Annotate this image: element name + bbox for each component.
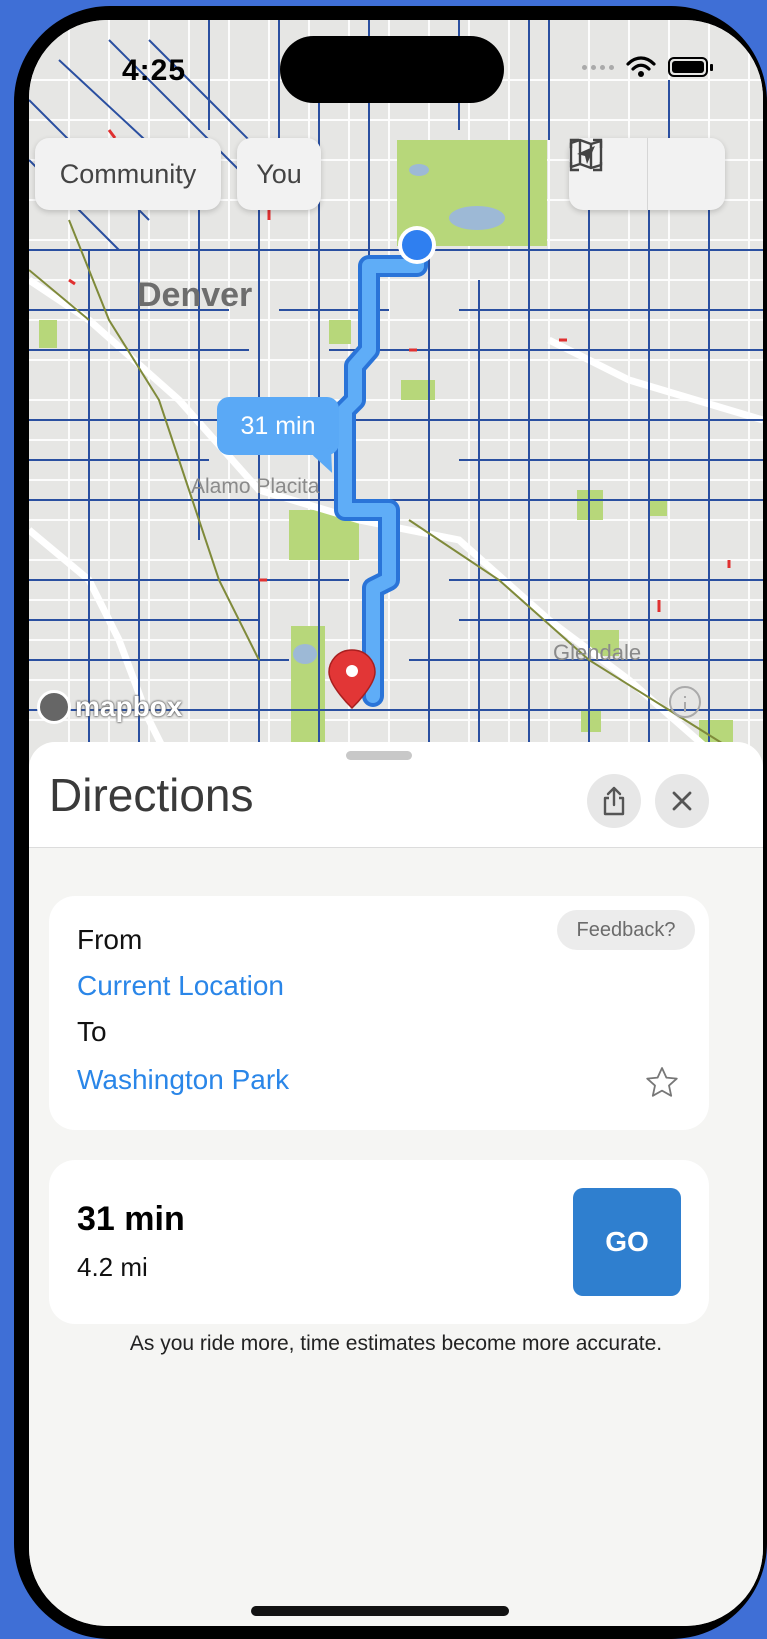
- share-button[interactable]: [587, 774, 641, 828]
- mapbox-logo: mapbox: [37, 690, 182, 724]
- screen: Denver Alamo Placita Glendale mapbox 31 …: [29, 20, 763, 1626]
- estimate-hint: As you ride more, time estimates become …: [129, 1332, 663, 1355]
- info-icon: [669, 686, 701, 718]
- recenter-location-icon: [569, 138, 603, 172]
- map-canvas: [29, 20, 763, 780]
- sheet-title: Directions: [49, 769, 254, 821]
- route-time-callout[interactable]: 31 min: [217, 397, 339, 455]
- map-view[interactable]: Denver Alamo Placita Glendale mapbox 31 …: [29, 20, 763, 780]
- map-label-denver: Denver: [137, 276, 253, 314]
- status-icons: [582, 56, 713, 78]
- signal-icon: [582, 64, 614, 70]
- feedback-button[interactable]: Feedback?: [557, 910, 695, 950]
- to-location-link[interactable]: Washington Park: [77, 1064, 289, 1096]
- star-icon: [646, 1067, 678, 1097]
- sheet-grabber[interactable]: [346, 751, 412, 760]
- share-icon: [603, 786, 625, 816]
- mapbox-icon: [37, 690, 71, 724]
- status-time: 4:25: [122, 54, 187, 87]
- you-button[interactable]: You: [237, 138, 321, 210]
- route-distance: 4.2 mi: [77, 1252, 148, 1282]
- from-location-link[interactable]: Current Location: [77, 970, 284, 1002]
- map-controls: [569, 138, 725, 210]
- dynamic-island: [280, 36, 504, 103]
- sheet-header: Directions: [29, 742, 763, 848]
- route-duration: 31 min: [77, 1200, 185, 1238]
- route-summary-card: 31 min 4.2 mi GO: [49, 1160, 709, 1324]
- map-label-alamo-placita: Alamo Placita: [191, 475, 320, 498]
- to-label: To: [77, 1016, 107, 1047]
- map-label-glendale: Glendale: [553, 640, 642, 665]
- close-button[interactable]: [655, 774, 709, 828]
- go-button[interactable]: GO: [573, 1188, 681, 1296]
- favorite-button[interactable]: [645, 1066, 679, 1103]
- wifi-icon: [626, 56, 656, 77]
- community-button[interactable]: Community: [35, 138, 221, 210]
- home-indicator[interactable]: [251, 1606, 509, 1616]
- from-label: From: [77, 924, 143, 955]
- route-endpoints-card: From Feedback? Current Location To Washi…: [49, 896, 709, 1130]
- battery-icon: [668, 57, 713, 77]
- directions-sheet: Directions From Feedback? Current Locati…: [29, 742, 763, 1626]
- close-icon: [672, 791, 692, 811]
- recenter-button[interactable]: [569, 138, 726, 210]
